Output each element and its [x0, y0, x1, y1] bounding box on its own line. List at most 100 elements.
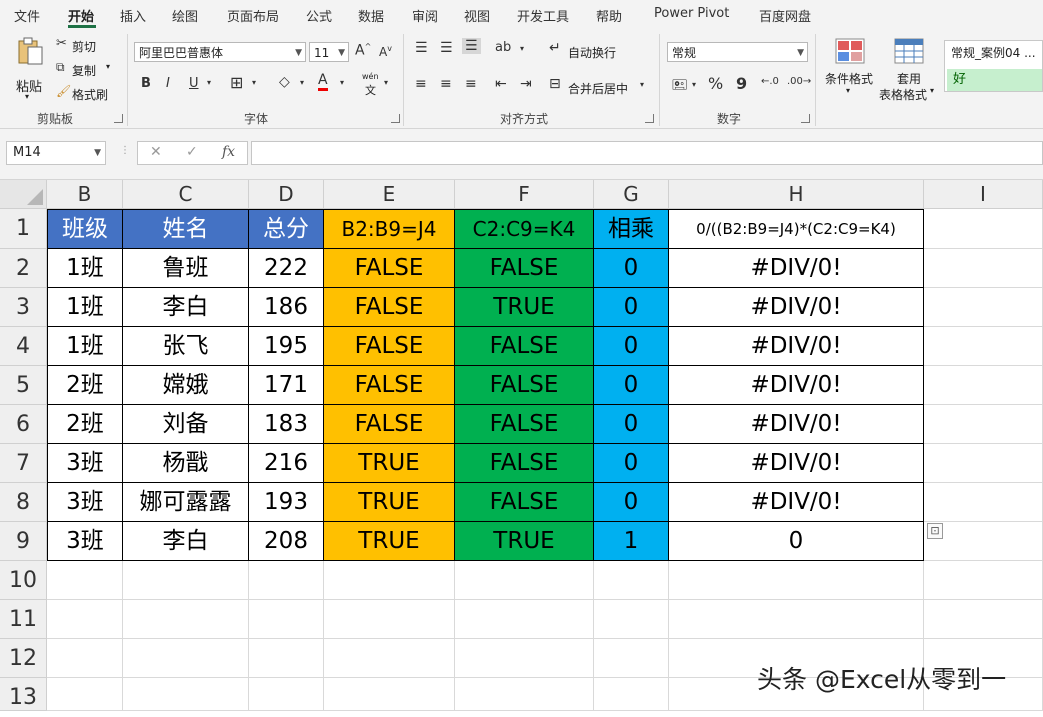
cell-cond-c[interactable]: FALSE: [455, 366, 594, 405]
cell-cond-c[interactable]: FALSE: [455, 444, 594, 483]
cell-total[interactable]: 195: [249, 327, 324, 366]
insert-function-icon[interactable]: fx: [222, 144, 235, 160]
chevron-down-icon[interactable]: ▾: [106, 62, 110, 71]
tab-baidu-netdisk[interactable]: 百度网盘: [759, 6, 811, 25]
tab-draw[interactable]: 绘图: [172, 6, 198, 25]
cell-formula-result[interactable]: #DIV/0!: [669, 249, 924, 288]
comma-style-button[interactable]: 9: [736, 74, 747, 93]
dialog-launcher-icon[interactable]: [801, 114, 810, 123]
cell-name[interactable]: 刘备: [123, 405, 249, 444]
header-cell-name[interactable]: 姓名: [123, 209, 249, 249]
wrap-text-icon[interactable]: ↵: [549, 40, 561, 56]
cut-button[interactable]: 剪切: [72, 38, 96, 55]
cell-product[interactable]: 0: [594, 288, 669, 327]
cell-formula-result[interactable]: #DIV/0!: [669, 405, 924, 444]
format-as-table-label-1[interactable]: 套用: [897, 70, 921, 87]
cell-name[interactable]: 杨戬: [123, 444, 249, 483]
conditional-formatting-button[interactable]: 条件格式: [825, 70, 873, 87]
empty-cell[interactable]: [455, 639, 594, 678]
tab-home[interactable]: 开始: [68, 6, 94, 25]
chevron-down-icon[interactable]: ▾: [300, 78, 304, 87]
empty-cell[interactable]: [594, 678, 669, 711]
paste-button[interactable]: 粘贴 ▾: [12, 36, 48, 101]
cell-cond-b[interactable]: FALSE: [324, 288, 455, 327]
empty-cell[interactable]: [123, 600, 249, 639]
row-header-1[interactable]: 1: [0, 209, 47, 249]
copy-button[interactable]: 复制: [72, 62, 96, 79]
empty-cell[interactable]: [455, 600, 594, 639]
empty-cell[interactable]: [249, 639, 324, 678]
empty-cell[interactable]: [123, 561, 249, 600]
row-header-4[interactable]: 4: [0, 327, 47, 366]
column-header-e[interactable]: E: [324, 180, 455, 209]
tab-data[interactable]: 数据: [358, 6, 384, 25]
cell-total[interactable]: 193: [249, 483, 324, 522]
cell-class[interactable]: 2班: [47, 366, 123, 405]
tab-page-layout[interactable]: 页面布局: [227, 6, 279, 25]
cell-class[interactable]: 3班: [47, 483, 123, 522]
decrease-indent-icon[interactable]: ⇤: [495, 76, 507, 92]
number-format-select[interactable]: 常规 ▼: [667, 42, 808, 62]
empty-cell[interactable]: [455, 561, 594, 600]
cell-name[interactable]: 鲁班: [123, 249, 249, 288]
empty-cell[interactable]: [924, 209, 1043, 249]
fill-color-icon[interactable]: ◇: [279, 74, 290, 90]
row-header-9[interactable]: 9: [0, 522, 47, 561]
empty-cell[interactable]: [324, 639, 455, 678]
tab-help[interactable]: 帮助: [596, 6, 622, 25]
border-icon[interactable]: ⊞: [230, 73, 243, 92]
empty-cell[interactable]: [324, 561, 455, 600]
header-cell-class[interactable]: 班级: [47, 209, 123, 249]
increase-indent-icon[interactable]: ⇥: [520, 76, 532, 92]
increase-decimal-icon[interactable]: ←.0: [761, 76, 779, 87]
enter-icon[interactable]: ✓: [186, 144, 198, 160]
chevron-down-icon[interactable]: ▾: [207, 78, 211, 87]
header-cell-cond-b[interactable]: B2:B9=J4: [324, 209, 455, 249]
font-color-icon[interactable]: A: [318, 72, 328, 91]
column-header-c[interactable]: C: [123, 180, 249, 209]
align-center-icon[interactable]: ≡: [440, 76, 452, 92]
dialog-launcher-icon[interactable]: [645, 114, 654, 123]
align-bottom-icon[interactable]: ☰: [462, 38, 481, 54]
wrap-text-button[interactable]: 自动换行: [568, 44, 616, 61]
brush-icon[interactable]: 🖌: [56, 84, 71, 98]
row-header-2[interactable]: 2: [0, 249, 47, 288]
cancel-icon[interactable]: ✕: [150, 144, 162, 160]
format-painter-button[interactable]: 格式刷: [72, 86, 108, 103]
cell-cond-c[interactable]: FALSE: [455, 405, 594, 444]
cell-product[interactable]: 0: [594, 405, 669, 444]
copy-icon[interactable]: ⧉: [56, 60, 65, 75]
merge-center-button[interactable]: 合并后居中: [568, 80, 628, 97]
cell-name[interactable]: 嫦娥: [123, 366, 249, 405]
cell-product[interactable]: 0: [594, 366, 669, 405]
font-name-select[interactable]: 阿里巴巴普惠体 ▼: [134, 42, 306, 62]
empty-cell[interactable]: [47, 639, 123, 678]
cell-cond-c[interactable]: FALSE: [455, 483, 594, 522]
cell-cond-b[interactable]: TRUE: [324, 483, 455, 522]
empty-cell[interactable]: [47, 678, 123, 711]
empty-cell[interactable]: [924, 405, 1043, 444]
cell-cond-c[interactable]: TRUE: [455, 288, 594, 327]
cell-name[interactable]: 张飞: [123, 327, 249, 366]
empty-cell[interactable]: [924, 288, 1043, 327]
cell-class[interactable]: 3班: [47, 522, 123, 561]
select-all-button[interactable]: [0, 180, 47, 209]
row-header-5[interactable]: 5: [0, 366, 47, 405]
percent-button[interactable]: %: [708, 74, 723, 93]
tab-power-pivot[interactable]: Power Pivot: [654, 6, 729, 21]
tab-view[interactable]: 视图: [464, 6, 490, 25]
cell-name[interactable]: 娜可露露: [123, 483, 249, 522]
column-header-d[interactable]: D: [249, 180, 324, 209]
scissors-icon[interactable]: ✂: [56, 36, 67, 51]
chevron-down-icon[interactable]: ▾: [384, 78, 388, 87]
cell-formula-result[interactable]: #DIV/0!: [669, 444, 924, 483]
grow-font-button[interactable]: A^: [355, 42, 371, 59]
header-cell-product[interactable]: 相乘: [594, 209, 669, 249]
header-cell-formula[interactable]: 0/((B2:B9=J4)*(C2:C9=K4): [669, 209, 924, 249]
column-header-h[interactable]: H: [669, 180, 924, 209]
cell-formula-result[interactable]: 0: [669, 522, 924, 561]
chevron-down-icon[interactable]: ▾: [692, 80, 696, 89]
empty-cell[interactable]: [924, 483, 1043, 522]
cell-product[interactable]: 0: [594, 483, 669, 522]
empty-cell[interactable]: [455, 678, 594, 711]
